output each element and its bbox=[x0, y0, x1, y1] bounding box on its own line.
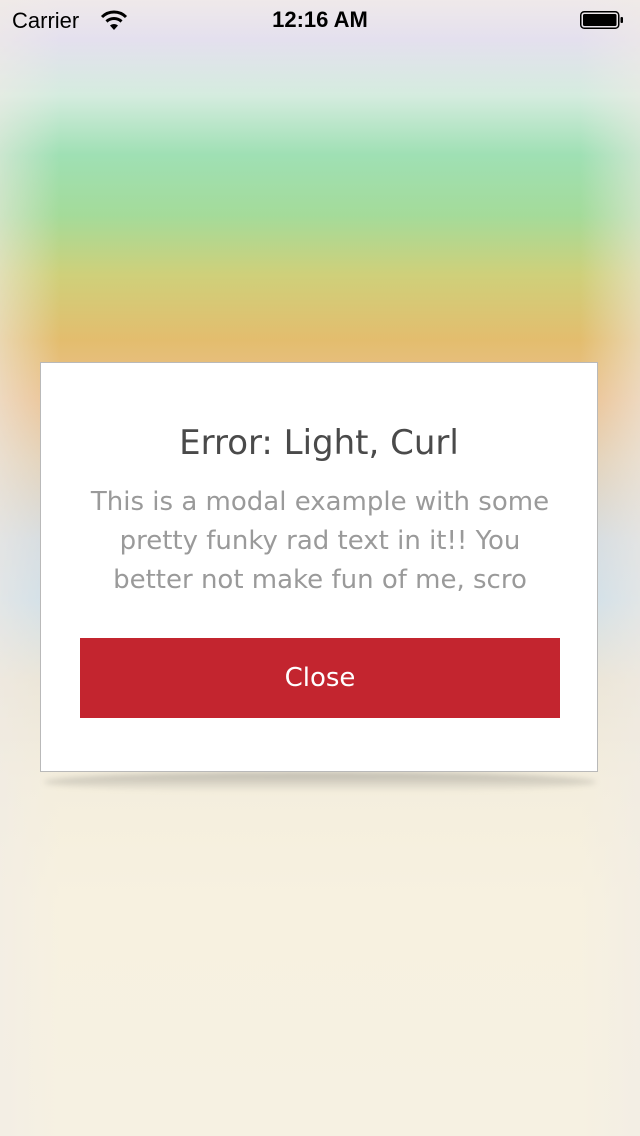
battery-icon bbox=[580, 11, 623, 29]
close-button[interactable]: Close bbox=[80, 638, 560, 718]
error-modal: Error: Light, Curl This is a modal examp… bbox=[40, 362, 598, 772]
modal-title: Error: Light, Curl bbox=[179, 423, 459, 463]
status-bar: Carrier 12:16 AM bbox=[0, 0, 640, 40]
modal-shadow bbox=[44, 772, 596, 792]
status-time: 12:16 AM bbox=[272, 7, 368, 32]
modal-message: This is a modal example with some pretty… bbox=[90, 487, 550, 595]
